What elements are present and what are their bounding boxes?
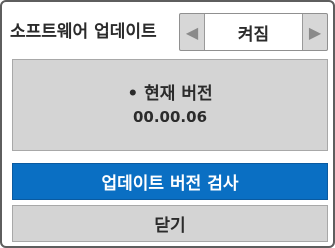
current-version-panel: • 현재 버전 00.00.06 <box>12 59 328 151</box>
triangle-left-icon: ◀ <box>185 22 199 42</box>
current-version-number: 00.00.06 <box>132 108 208 126</box>
check-update-button[interactable]: 업데이트 버전 검사 <box>12 163 328 200</box>
next-option-button[interactable]: ▶ <box>302 14 327 50</box>
software-update-dialog: 소프트웨어 업데이트 ◀ 켜짐 ▶ • 현재 버전 00.00.06 업데이트 … <box>0 0 335 248</box>
current-version-label: • 현재 버전 <box>127 84 213 104</box>
dialog-title: 소프트웨어 업데이트 <box>10 21 157 42</box>
triangle-right-icon: ▶ <box>308 22 322 42</box>
close-button[interactable]: 닫기 <box>12 205 328 242</box>
auto-update-selector[interactable]: ◀ 켜짐 ▶ <box>179 13 328 51</box>
prev-option-button[interactable]: ◀ <box>180 14 205 50</box>
auto-update-value: 켜짐 <box>205 14 302 50</box>
